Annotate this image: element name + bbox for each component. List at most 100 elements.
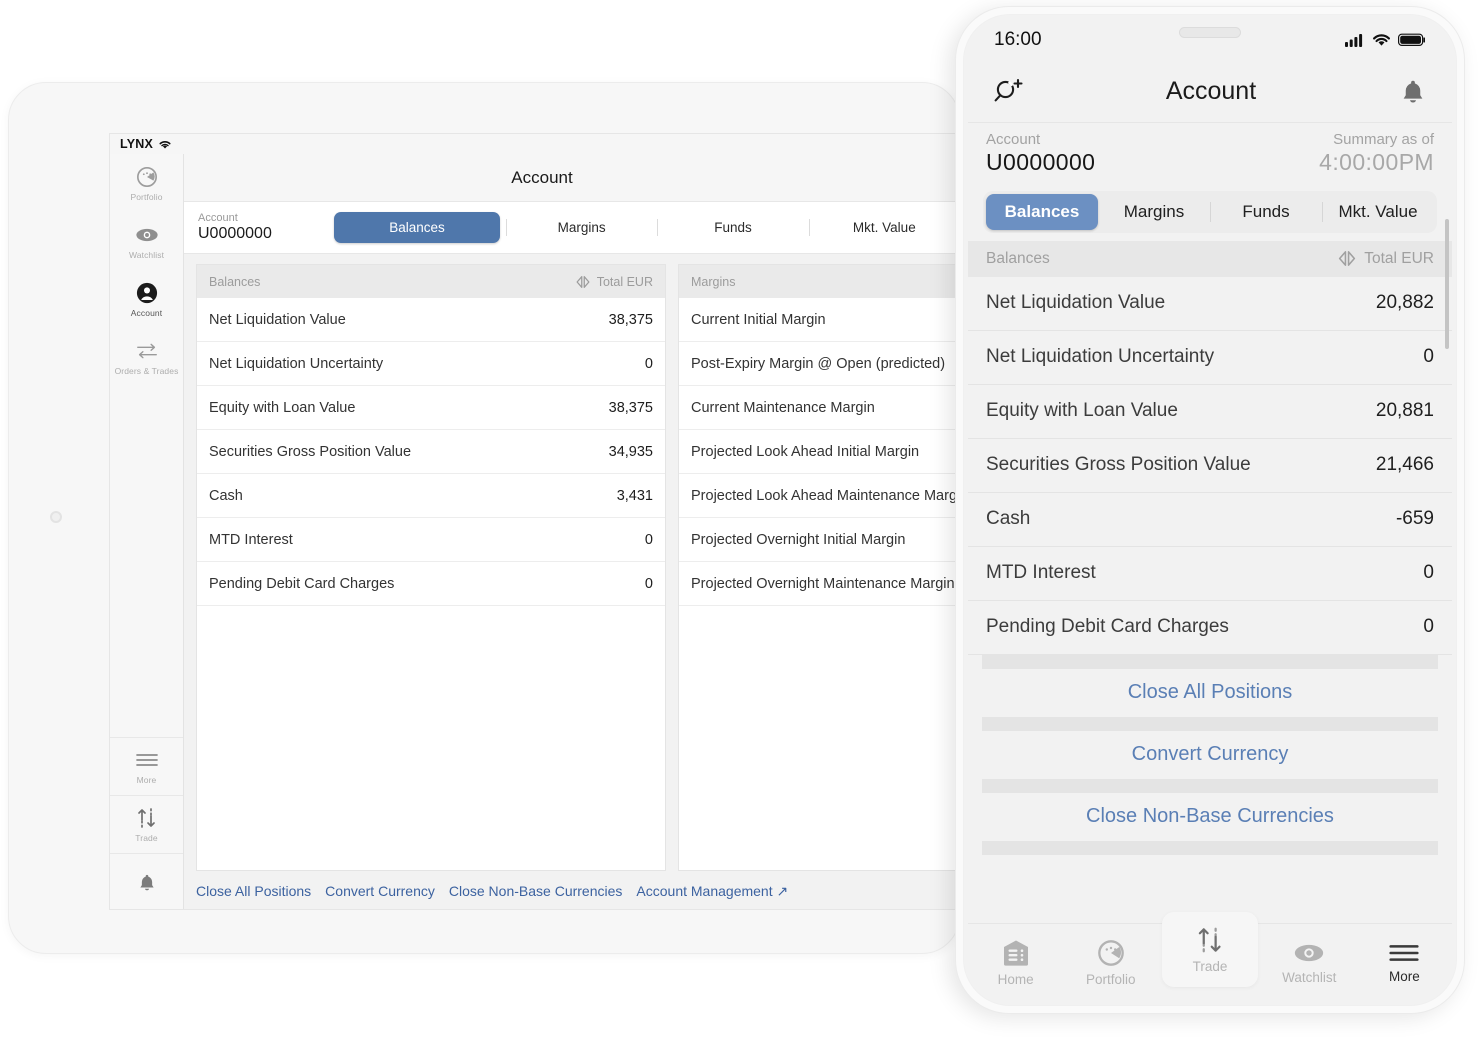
table-row[interactable]: Projected Look Ahead Maintenance Margin — [679, 474, 960, 518]
tab-margins[interactable]: Margins — [1098, 194, 1210, 230]
table-row[interactable]: Projected Overnight Initial Margin — [679, 518, 960, 562]
close-all-positions-action[interactable]: Close All Positions — [968, 669, 1452, 717]
sidebar-item-portfolio[interactable]: Portfolio — [110, 154, 183, 212]
row-value: 38,375 — [608, 399, 653, 416]
list-item[interactable]: Pending Debit Card Charges 0 — [968, 601, 1452, 655]
row-value: 0 — [644, 355, 653, 372]
sidebar-item-account[interactable]: Account — [110, 270, 183, 328]
table-row[interactable]: Pending Debit Card Charges 0 — [197, 562, 665, 606]
tabbar-item-label: More — [1389, 968, 1420, 984]
table-row[interactable]: Projected Overnight Maintenance Margin — [679, 562, 960, 606]
sidebar-item-label: Portfolio — [130, 191, 163, 202]
eye-icon — [1293, 941, 1325, 965]
sidebar-item-orders-trades[interactable]: Orders & Trades — [110, 328, 183, 386]
row-label: Securities Gross Position Value — [209, 443, 412, 460]
tab-margins[interactable]: Margins — [506, 212, 657, 243]
table-row[interactable]: Current Maintenance Margin — [679, 386, 960, 430]
row-value: 3,431 — [616, 487, 653, 504]
list-item[interactable]: MTD Interest 0 — [968, 547, 1452, 601]
close-non-base-currencies-action[interactable]: Close Non-Base Currencies — [968, 793, 1452, 841]
tabbar-item-home[interactable]: Home — [968, 924, 1063, 1001]
sidebar-item-alerts[interactable] — [110, 853, 183, 909]
row-label: Securities Gross Position Value — [986, 454, 1251, 476]
list-item[interactable]: Securities Gross Position Value 21,466 — [968, 439, 1452, 493]
sidebar-item-watchlist[interactable]: Watchlist — [110, 212, 183, 270]
account-block: Account U0000000 — [986, 131, 1095, 177]
convert-currency-action[interactable]: Convert Currency — [968, 731, 1452, 779]
tabbar-item-label: Trade — [1192, 958, 1228, 974]
row-label: Projected Look Ahead Initial Margin — [691, 443, 920, 460]
close-non-base-currencies-link[interactable]: Close Non-Base Currencies — [449, 883, 623, 899]
row-label: Current Maintenance Margin — [691, 399, 875, 416]
bell-icon[interactable] — [1398, 77, 1428, 107]
summary-time: 4:00:00PM — [1319, 149, 1434, 175]
search-add-icon[interactable] — [992, 76, 1024, 108]
balances-panel: Balances Total EUR Net Liquidation Value… — [196, 264, 666, 871]
row-value: 20,882 — [1375, 292, 1434, 314]
table-row[interactable]: Net Liquidation Value 38,375 — [197, 298, 665, 342]
sidebar-item-label: Orders & Trades — [114, 365, 179, 376]
portfolio-icon — [1097, 939, 1125, 967]
tab-mkt-value[interactable]: Mkt. Value — [808, 212, 960, 243]
row-value: 0 — [644, 531, 653, 548]
tabbar-item-portfolio[interactable]: Portfolio — [1063, 924, 1158, 1001]
list-item[interactable]: Equity with Loan Value 20,881 — [968, 385, 1452, 439]
list-separator — [982, 716, 1438, 731]
convert-currency-link[interactable]: Convert Currency — [325, 883, 435, 899]
battery-icon — [1398, 33, 1426, 47]
tablet-panels: Balances Total EUR Net Liquidation Value… — [184, 254, 960, 871]
tabbar-item-more[interactable]: More — [1357, 924, 1452, 1001]
tab-balances[interactable]: Balances — [334, 212, 500, 243]
row-label: Net Liquidation Value — [986, 292, 1166, 314]
tab-funds[interactable]: Funds — [657, 212, 808, 243]
page-title: Account — [511, 167, 573, 187]
tab-balances[interactable]: Balances — [986, 193, 1098, 230]
tablet-body: Portfolio Watchlist Account Orders & Tra… — [110, 154, 960, 909]
balances-panel-header: Balances Total EUR — [197, 265, 665, 298]
phone-account-header[interactable]: Account U0000000 Summary as of 4:00:00PM — [968, 123, 1452, 183]
margins-panel: Margins Current Initial Margin Post-Expi… — [678, 264, 960, 871]
eye-icon — [135, 223, 159, 247]
list-item[interactable]: Net Liquidation Uncertainty 0 — [968, 331, 1452, 385]
table-row[interactable]: Cash 3,431 — [197, 474, 665, 518]
currency-label: Total EUR — [596, 274, 653, 289]
tab-mkt-value[interactable]: Mkt. Value — [1322, 194, 1434, 230]
balances-rows: Net Liquidation Value 38,375 Net Liquida… — [197, 298, 665, 870]
account-label: Account — [198, 211, 238, 224]
account-selector[interactable]: Account U0000000 — [198, 212, 310, 243]
currency-toggle[interactable]: Total EUR — [575, 275, 653, 289]
home-icon — [1001, 939, 1031, 967]
list-item[interactable]: Net Liquidation Value 20,882 — [968, 277, 1452, 331]
table-row[interactable]: Equity with Loan Value 38,375 — [197, 386, 665, 430]
close-all-positions-link[interactable]: Close All Positions — [196, 883, 311, 899]
tab-funds[interactable]: Funds — [1210, 194, 1322, 230]
table-row[interactable]: Post-Expiry Margin @ Open (predicted) — [679, 342, 960, 386]
page-title: Account — [1165, 77, 1257, 105]
table-row[interactable]: Net Liquidation Uncertainty 0 — [197, 342, 665, 386]
row-label: Equity with Loan Value — [209, 399, 356, 416]
list-item[interactable]: Cash -659 — [968, 493, 1452, 547]
tabbar-item-label: Watchlist — [1282, 969, 1337, 985]
portfolio-icon — [135, 165, 159, 189]
phone-notch — [1179, 27, 1241, 38]
sidebar-item-more[interactable]: More — [110, 737, 183, 795]
tablet-camera — [50, 511, 62, 523]
status-time: 16:00 — [994, 29, 1042, 50]
sidebar-item-label: Account — [130, 307, 163, 318]
sidebar-item-trade[interactable]: Trade — [110, 795, 183, 853]
row-value: -659 — [1395, 508, 1434, 530]
cellular-signal-icon — [1345, 33, 1365, 47]
table-row[interactable]: Securities Gross Position Value 34,935 — [197, 430, 665, 474]
tabbar-item-trade[interactable]: Trade — [1162, 912, 1258, 987]
row-value: 0 — [1423, 616, 1434, 638]
tablet-device-frame: LYNX Portfolio Watchlist Account Orders … — [8, 82, 961, 954]
table-row[interactable]: Current Initial Margin — [679, 298, 960, 342]
phone-bezel: 16:00 Account Account U0000000 Summary a… — [963, 14, 1457, 1006]
status-indicators — [1345, 33, 1426, 47]
phone-vertical-scrollbar[interactable] — [1445, 219, 1449, 349]
account-management-link[interactable]: Account Management ↗ — [636, 883, 788, 900]
currency-toggle[interactable]: Total EUR — [1337, 250, 1434, 268]
table-row[interactable]: Projected Look Ahead Initial Margin — [679, 430, 960, 474]
tabbar-item-watchlist[interactable]: Watchlist — [1262, 924, 1357, 1001]
table-row[interactable]: MTD Interest 0 — [197, 518, 665, 562]
